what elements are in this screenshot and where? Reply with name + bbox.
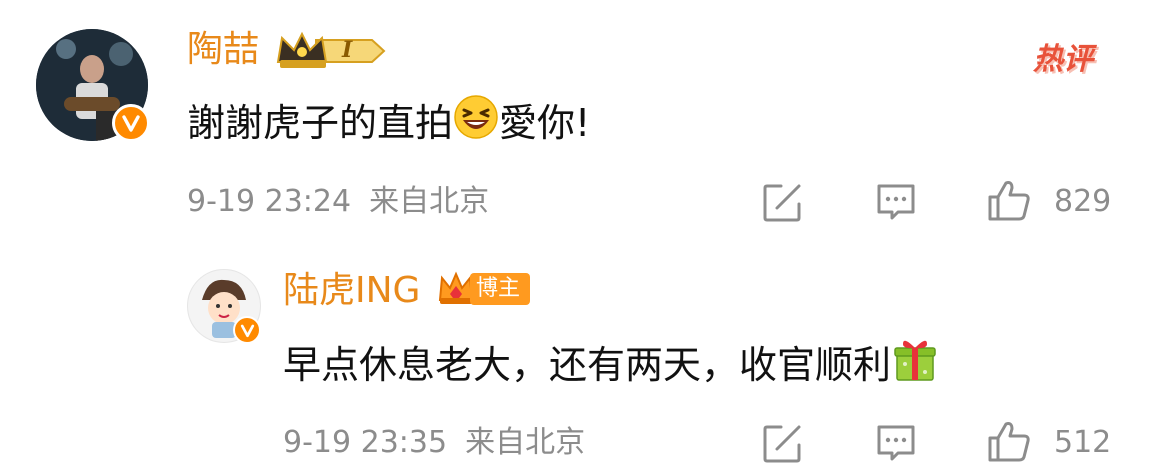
comment-icon[interactable] [874,180,918,224]
like-count: 829 [1054,184,1112,219]
share-icon[interactable] [761,421,805,465]
thumbs-up-icon[interactable] [986,177,1032,223]
comment-text-part: 早点休息老大，还有两天，收官顺利 [283,342,892,387]
comment-text: 早点休息老大，还有两天，收官顺利 [283,336,937,393]
blogger-tag: 博主 [470,273,531,305]
like-count: 512 [1054,425,1112,460]
comment-meta: 9-19 23:35 来自北京 [283,424,585,462]
comment-text-part: 愛你! [499,100,591,145]
username[interactable]: 陶喆 [187,28,259,72]
comment-location: 来自北京 [369,184,490,219]
share-icon[interactable] [761,180,805,224]
comment-text-part: 謝謝虎子的直拍 [187,100,454,145]
thumbs-up-icon[interactable] [986,418,1032,464]
level-badge: I [276,30,388,72]
comment-icon[interactable] [874,421,918,465]
level-badge-text: I [342,37,353,63]
verified-badge-icon [233,316,261,344]
comment-time: 9-19 23:35 [283,425,448,460]
comment-text: 謝謝虎子的直拍 愛你! [187,94,590,151]
comment-location: 来自北京 [465,425,586,460]
comment-time: 9-19 23:24 [187,184,352,219]
laughing-face-icon [453,94,499,151]
crown-icon [276,31,386,68]
blogger-badge: 博主 [436,268,536,310]
verified-badge-icon [112,104,150,142]
comment-meta: 9-19 23:24 来自北京 [187,183,489,221]
hot-comment-tag: 热评 [1033,42,1093,77]
gift-icon [893,336,937,393]
username[interactable]: 陆虎ING [283,269,420,313]
